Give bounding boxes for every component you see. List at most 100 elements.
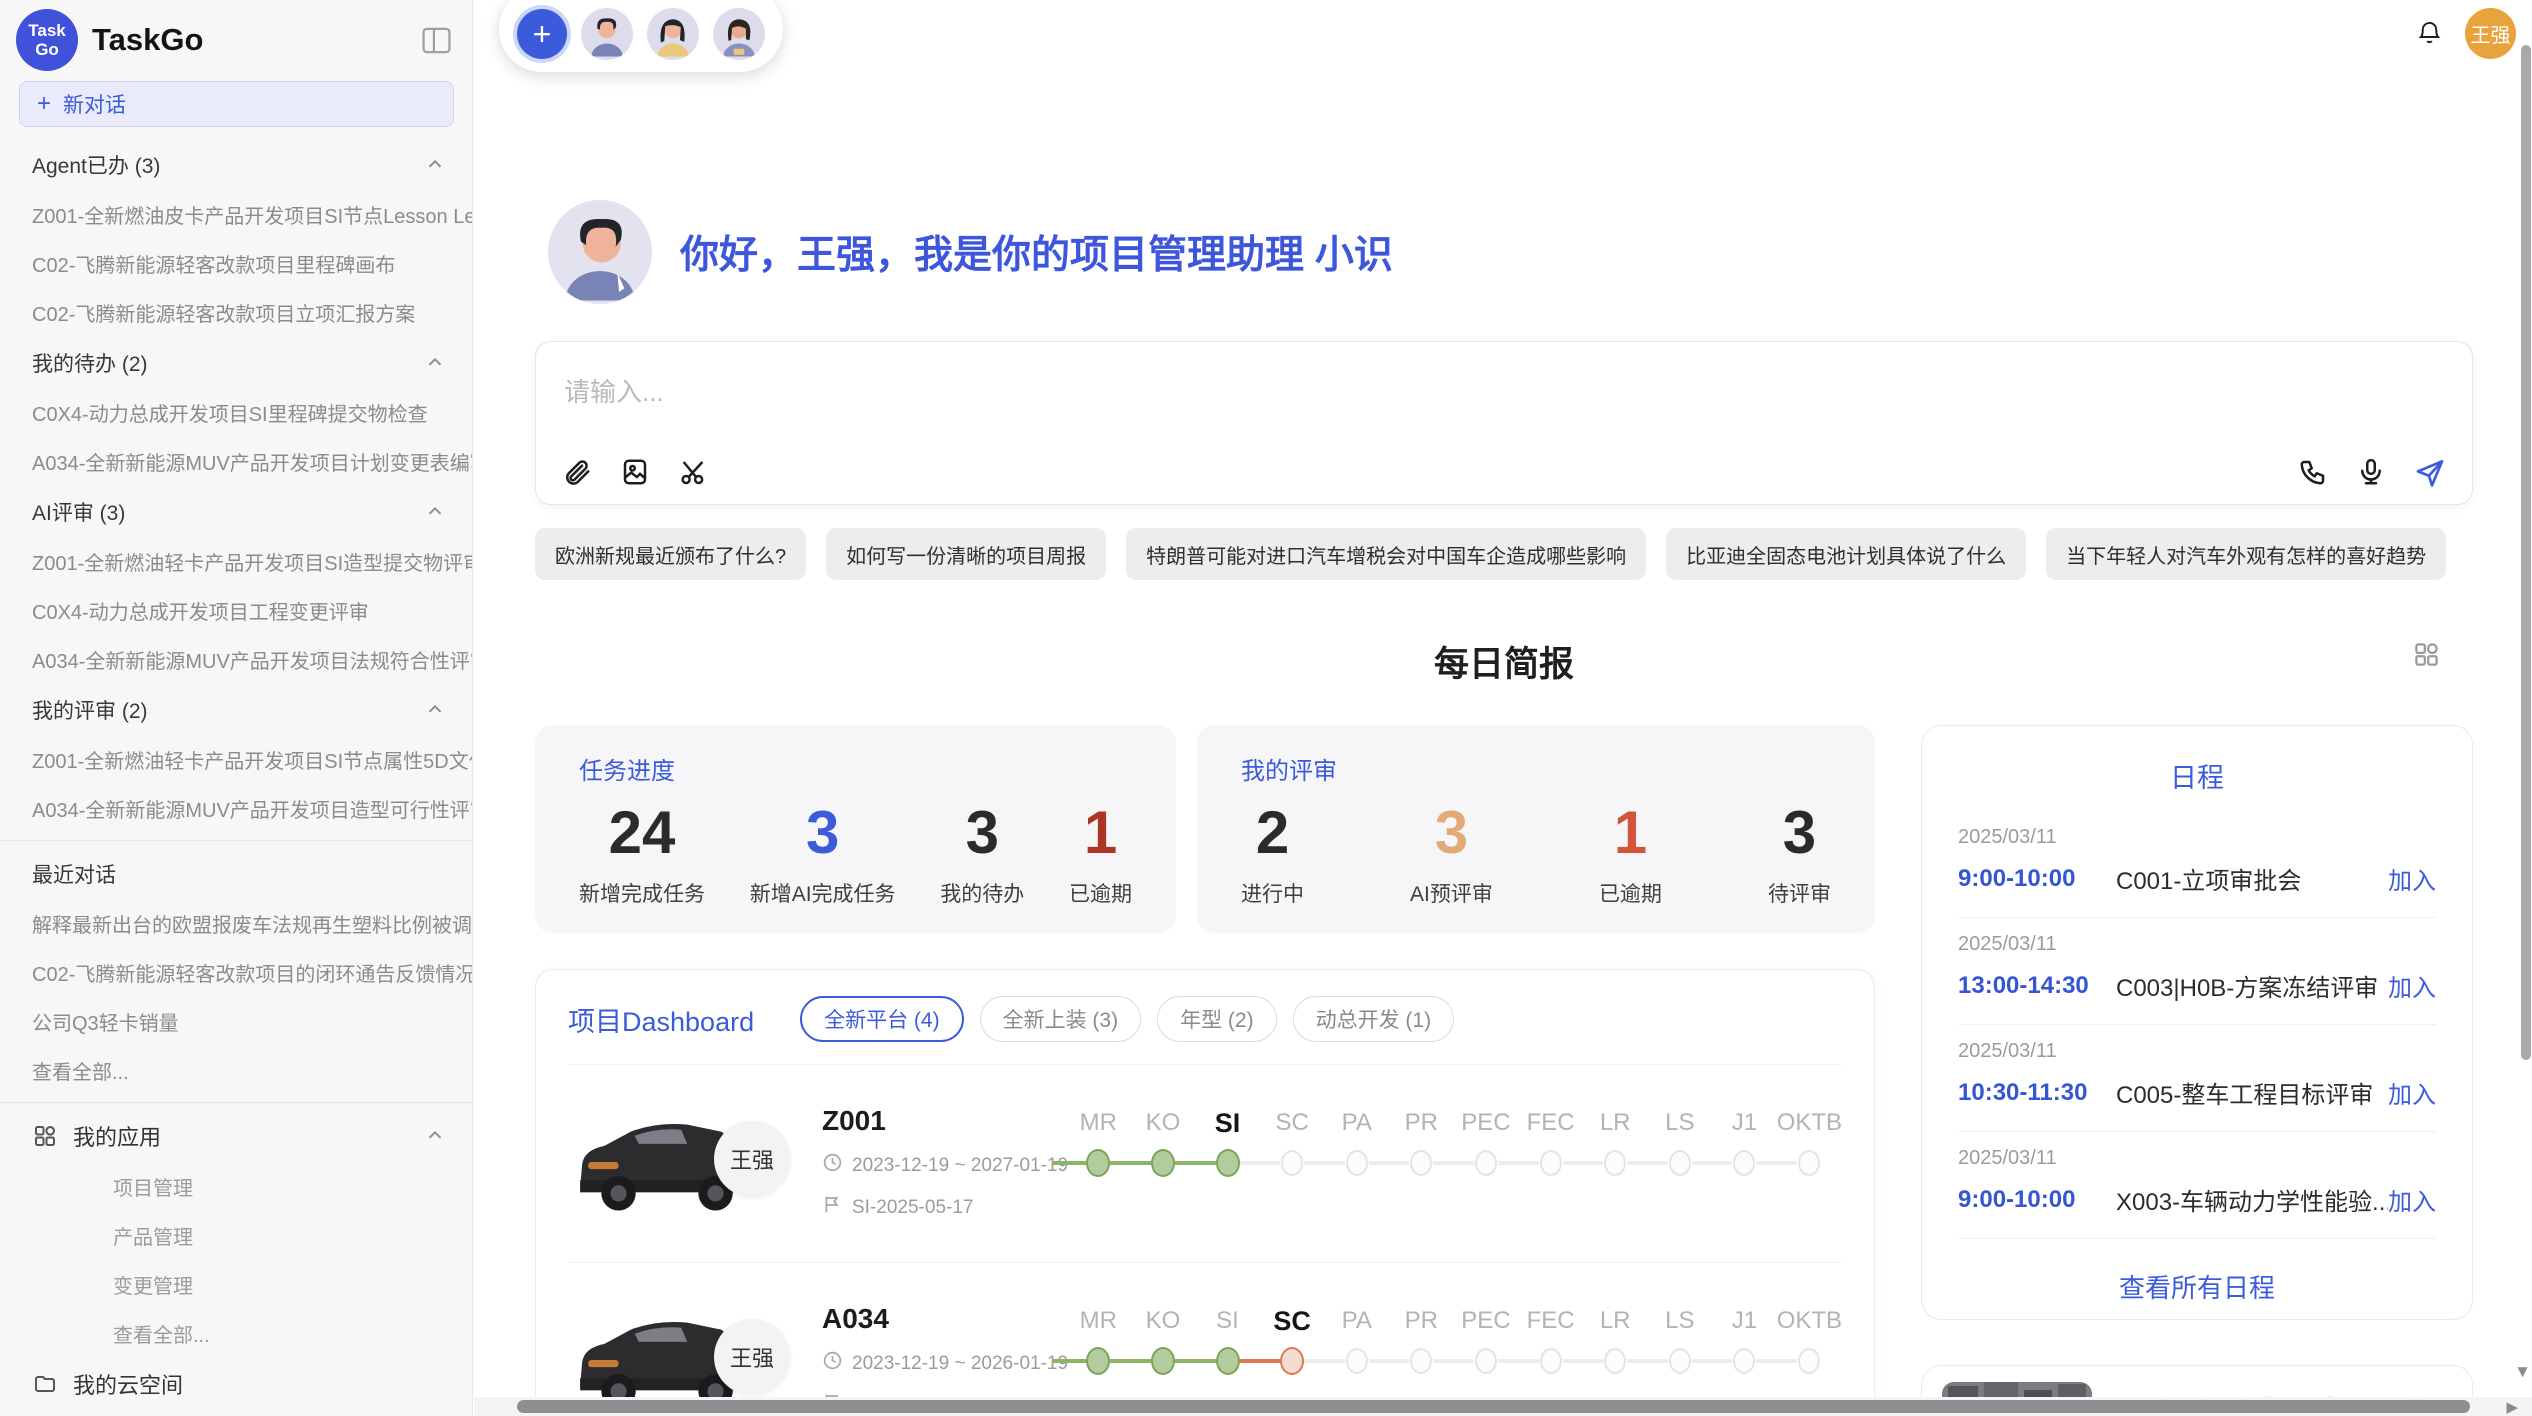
sidebar-task-item[interactable]: C0X4-动力总成开发项目SI里程碑提交物检查 bbox=[0, 388, 472, 437]
collapse-sidebar-icon[interactable] bbox=[421, 26, 452, 55]
scroll-down-arrow-icon[interactable]: ▼ bbox=[2514, 1362, 2531, 1382]
layout-grid-icon[interactable] bbox=[2413, 641, 2440, 668]
sidebar-task-item[interactable]: A034-全新新能源MUV产品开发项目法规符合性评审 bbox=[0, 635, 472, 684]
project-code[interactable]: A034 bbox=[822, 1303, 1066, 1335]
sidebar-menu-apps-grid[interactable]: 我的应用 bbox=[0, 1110, 472, 1162]
milestone-dot[interactable] bbox=[1151, 1347, 1175, 1375]
daily-stat-card: 我的评审2进行中3AI预评审1已逾期3待评审 bbox=[1197, 725, 1875, 933]
sidebar-section-header[interactable]: 我的评审 (2) bbox=[0, 684, 472, 735]
milestone-dot[interactable] bbox=[1798, 1348, 1820, 1374]
schedule-join-link[interactable]: 加入 bbox=[2388, 1182, 2436, 1217]
milestone-dot[interactable] bbox=[1669, 1150, 1691, 1176]
scroll-right-arrow-icon[interactable]: ▶ bbox=[2506, 1398, 2518, 1416]
send-icon[interactable] bbox=[2414, 456, 2446, 488]
milestone-dot[interactable] bbox=[1733, 1150, 1755, 1176]
project-filter-pill[interactable]: 年型 (2) bbox=[1157, 996, 1277, 1042]
sidebar-menu-medal[interactable]: 我的收藏 bbox=[0, 1410, 472, 1416]
sidebar-app-item[interactable]: 变更管理 bbox=[0, 1260, 472, 1309]
sidebar-task-item[interactable]: C02-飞腾新能源轻客改款项目立项汇报方案 bbox=[0, 288, 472, 337]
sidebar-section-header[interactable]: AI评审 (3) bbox=[0, 486, 472, 537]
recent-chat-item[interactable]: 公司Q3轻卡销量 bbox=[0, 997, 472, 1046]
milestone-dot[interactable] bbox=[1281, 1150, 1303, 1176]
milestone-dot[interactable] bbox=[1604, 1150, 1626, 1176]
stat-item: 3新增AI完成任务 bbox=[750, 800, 896, 908]
milestone-dot[interactable] bbox=[1216, 1149, 1240, 1177]
recent-view-all-link[interactable]: 查看全部... bbox=[0, 1046, 472, 1095]
image-icon[interactable] bbox=[620, 457, 650, 487]
sidebar-task-item[interactable]: Z001-全新燃油轻卡产品开发项目SI造型提交物评审 bbox=[0, 537, 472, 586]
suggestion-chip[interactable]: 欧洲新规最近颁布了什么? bbox=[535, 528, 806, 580]
milestone-dot[interactable] bbox=[1280, 1347, 1304, 1375]
milestone-dot[interactable] bbox=[1733, 1348, 1755, 1374]
schedule-item: 2025/03/1110:30-11:30C005-整车工程目标评审加入 bbox=[1958, 1025, 2436, 1132]
sidebar-task-item[interactable]: Z001-全新燃油皮卡产品开发项目SI节点Lesson Learn报告 bbox=[0, 190, 472, 239]
sidebar-task-item[interactable]: A034-全新新能源MUV产品开发项目计划变更表编写 bbox=[0, 437, 472, 486]
stat-value: 3 bbox=[1768, 800, 1831, 866]
view-all-schedule-link[interactable]: 查看所有日程 bbox=[1922, 1268, 2472, 1305]
milestone-connector bbox=[1175, 1359, 1216, 1363]
scissors-icon[interactable] bbox=[678, 457, 708, 487]
milestone-dot[interactable] bbox=[1151, 1149, 1175, 1177]
milestone-dot[interactable] bbox=[1086, 1149, 1110, 1177]
sidebar-app-item[interactable]: 项目管理 bbox=[0, 1162, 472, 1211]
milestone-dot[interactable] bbox=[1346, 1348, 1368, 1374]
sidebar-section-header[interactable]: Agent已办 (3) bbox=[0, 139, 472, 190]
stat-label: 已逾期 bbox=[1599, 878, 1662, 908]
project-owner-badge: 王强 bbox=[714, 1319, 790, 1395]
milestone-dot[interactable] bbox=[1410, 1150, 1432, 1176]
schedule-join-link[interactable]: 加入 bbox=[2388, 861, 2436, 896]
milestone-step: LS bbox=[1647, 1105, 1712, 1185]
milestone-dot[interactable] bbox=[1669, 1348, 1691, 1374]
phone-icon[interactable] bbox=[2298, 457, 2328, 487]
sidebar-section-header[interactable]: 我的待办 (2) bbox=[0, 337, 472, 388]
new-chat-button[interactable]: + 新对话 bbox=[19, 81, 454, 127]
milestone-label: LS bbox=[1647, 1303, 1712, 1339]
sidebar-app-item[interactable]: 产品管理 bbox=[0, 1211, 472, 1260]
milestone-label: KO bbox=[1131, 1303, 1196, 1339]
horizontal-scrollbar[interactable]: ▶ bbox=[474, 1397, 2532, 1416]
project-dashboard-title: 项目Dashboard bbox=[568, 1000, 754, 1039]
milestone-dot[interactable] bbox=[1604, 1348, 1626, 1374]
stat-card-title: 我的评审 bbox=[1241, 751, 1831, 786]
stat-item: 3AI预评审 bbox=[1410, 800, 1493, 908]
chevron-up-icon bbox=[424, 352, 446, 374]
milestone-dot[interactable] bbox=[1346, 1150, 1368, 1176]
schedule-join-link[interactable]: 加入 bbox=[2388, 968, 2436, 1003]
schedule-item-main: 13:00-14:30C003|H0B-方案冻结评审加入 bbox=[1958, 968, 2436, 1003]
sidebar-task-item[interactable]: C0X4-动力总成开发项目工程变更评审 bbox=[0, 586, 472, 635]
sidebar-app-item[interactable]: 查看全部... bbox=[0, 1309, 472, 1358]
suggestion-chip[interactable]: 比亚迪全固态电池计划具体说了什么 bbox=[1666, 528, 2026, 580]
paperclip-icon[interactable] bbox=[562, 457, 592, 487]
vertical-scrollbar-thumb[interactable] bbox=[2521, 45, 2531, 1060]
vertical-scrollbar[interactable]: ▼ bbox=[2519, 0, 2532, 1416]
suggestion-chip[interactable]: 如何写一份清晰的项目周报 bbox=[826, 528, 1106, 580]
project-code[interactable]: Z001 bbox=[822, 1105, 1066, 1137]
milestone-dot[interactable] bbox=[1216, 1347, 1240, 1375]
recent-section-header[interactable]: 最近对话 bbox=[0, 848, 472, 899]
microphone-icon[interactable] bbox=[2356, 457, 2386, 487]
milestone-label: SI bbox=[1195, 1105, 1260, 1141]
milestone-dot[interactable] bbox=[1540, 1150, 1562, 1176]
milestone-dot[interactable] bbox=[1410, 1348, 1432, 1374]
chat-input[interactable]: 请输入... bbox=[535, 341, 2473, 505]
schedule-name: X003-车辆动力学性能验... bbox=[2116, 1182, 2388, 1217]
milestone-dot[interactable] bbox=[1798, 1150, 1820, 1176]
sidebar-task-item[interactable]: Z001-全新燃油轻卡产品开发项目SI节点属性5D文件评审 bbox=[0, 735, 472, 784]
milestone-dot[interactable] bbox=[1475, 1150, 1497, 1176]
suggestion-chip[interactable]: 特朗普可能对进口汽车增税会对中国车企造成哪些影响 bbox=[1126, 528, 1646, 580]
schedule-join-link[interactable]: 加入 bbox=[2388, 1075, 2436, 1110]
milestone-dot[interactable] bbox=[1086, 1347, 1110, 1375]
sidebar-task-item[interactable]: C02-飞腾新能源轻客改款项目里程碑画布 bbox=[0, 239, 472, 288]
suggestion-chip[interactable]: 当下年轻人对汽车外观有怎样的喜好趋势 bbox=[2046, 528, 2446, 580]
milestone-dot[interactable] bbox=[1475, 1348, 1497, 1374]
sidebar-task-item[interactable]: A034-全新新能源MUV产品开发项目造型可行性评审 bbox=[0, 784, 472, 833]
milestone-dot[interactable] bbox=[1540, 1348, 1562, 1374]
stat-value: 24 bbox=[579, 800, 705, 866]
project-filter-pill[interactable]: 全新平台 (4) bbox=[800, 996, 964, 1042]
project-filter-pill[interactable]: 全新上装 (3) bbox=[980, 996, 1142, 1042]
recent-chat-item[interactable]: C02-飞腾新能源轻客改款项目的闭环通告反馈情况 bbox=[0, 948, 472, 997]
recent-chat-item[interactable]: 解释最新出台的欧盟报废车法规再生塑料比例被调至15%... bbox=[0, 899, 472, 948]
project-filter-pill[interactable]: 动总开发 (1) bbox=[1293, 996, 1455, 1042]
horizontal-scrollbar-thumb[interactable] bbox=[517, 1400, 2470, 1413]
sidebar-menu-folder[interactable]: 我的云空间 bbox=[0, 1358, 472, 1410]
